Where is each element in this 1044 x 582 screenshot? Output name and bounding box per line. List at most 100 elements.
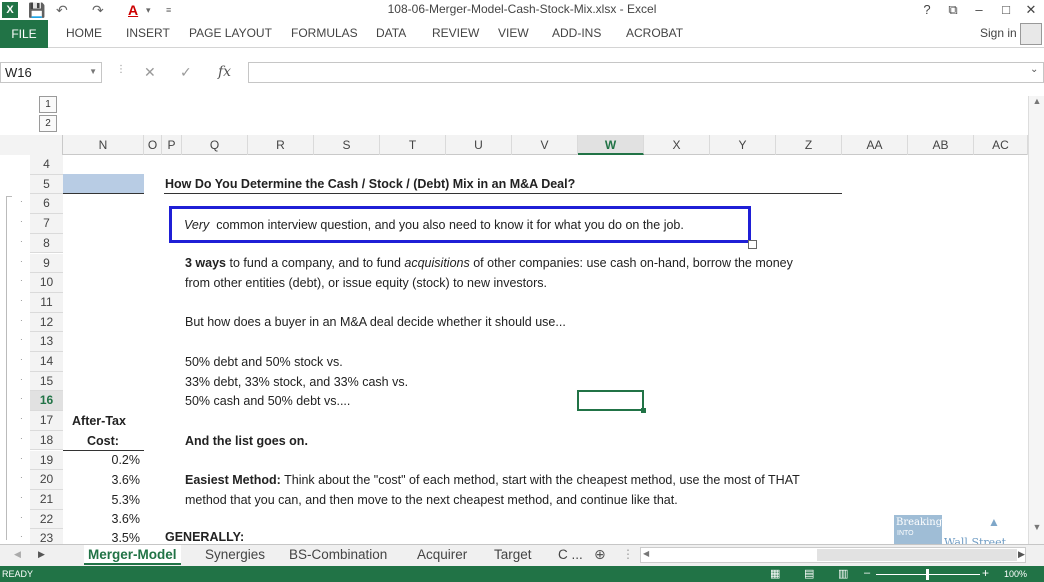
tab-insert[interactable]: INSERT [126,20,170,48]
tab-scroll-right-icon[interactable]: ▶ [38,545,45,565]
scroll-right-icon[interactable]: ▶ [1018,545,1025,565]
tab-data[interactable]: DATA [376,20,406,48]
row-header-19[interactable]: 19 [30,450,63,471]
worksheet-grid[interactable]: Very common interview question, and you … [63,155,1028,545]
column-header-z[interactable]: Z [776,135,842,155]
cell-r18: And the list goes on. [185,434,308,448]
zoom-in-icon[interactable]: + [982,566,989,580]
sheet-tab-target[interactable]: Target [494,545,532,565]
tab-add-ins[interactable]: ADD-INS [552,20,601,48]
expand-formula-icon[interactable]: ⌄ [1030,64,1038,75]
column-header-o[interactable]: O [144,135,162,155]
fill-handle[interactable] [641,408,646,413]
horizontal-scroll-thumb[interactable] [817,549,1017,561]
sheet-tab-more[interactable]: C ... [558,545,583,565]
cancel-icon[interactable]: ✕ [144,64,156,81]
column-header-x[interactable]: X [644,135,710,155]
outline-level-1-button[interactable]: 1 [39,96,57,113]
normal-view-icon[interactable]: ▦ [770,567,780,580]
outline-level-2-button[interactable]: 2 [39,115,57,132]
cell-n18-border [63,450,144,451]
insert-function-icon[interactable]: fx [218,64,231,80]
close-button[interactable]: ✕ [1020,1,1042,19]
formula-input[interactable] [248,62,1044,83]
name-box[interactable]: W16 ▼ [0,62,102,83]
column-header-v[interactable]: V [512,135,578,155]
row-header-22[interactable]: 22 [30,509,63,530]
sheet-tab-acquirer[interactable]: Acquirer [417,545,467,565]
zoom-out-icon[interactable]: – [864,567,870,579]
scroll-down-icon[interactable]: ▼ [1029,522,1044,532]
ribbon-display-button[interactable]: ⧉ [942,1,964,19]
column-header-n[interactable]: N [63,135,144,155]
add-sheet-icon[interactable]: ⊕ [594,545,606,565]
column-header-aa[interactable]: AA [842,135,908,155]
column-header-ac[interactable]: AC [974,135,1028,155]
vertical-scrollbar[interactable]: ▲ ▼ [1028,96,1044,544]
tab-home[interactable]: HOME [66,20,102,48]
sign-in-link[interactable]: Sign in [980,20,1017,47]
sheet-tab-merger-model[interactable]: Merger-Model [84,545,181,565]
row-header-21[interactable]: 21 [30,489,63,510]
row-header-17[interactable]: 17 [30,411,63,431]
highlight-box-shape[interactable]: Very common interview question, and you … [169,206,751,243]
row-header-12[interactable]: 12 [30,312,63,333]
row-header-20[interactable]: 20 [30,470,63,490]
column-header-ab[interactable]: AB [908,135,974,155]
tab-page-layout[interactable]: PAGE LAYOUT [189,20,272,48]
minimize-button[interactable]: – [968,1,990,19]
cell-n18: Cost: [87,434,119,448]
enter-icon[interactable]: ✓ [180,64,192,81]
page-break-view-icon[interactable]: ▥ [838,567,848,580]
chevron-down-icon[interactable]: ▼ [89,67,97,76]
tab-formulas[interactable]: FORMULAS [291,20,358,48]
zoom-slider-thumb[interactable] [926,569,929,580]
column-header-q[interactable]: Q [182,135,248,155]
avatar[interactable] [1020,23,1042,45]
row-header-9[interactable]: 9 [30,253,63,274]
page-layout-view-icon[interactable]: ▤ [804,567,814,580]
row-header-13[interactable]: 13 [30,332,63,352]
cell-heading: How Do You Determine the Cash / Stock / … [165,177,576,191]
horizontal-scrollbar[interactable]: ◀ [640,547,1026,563]
scroll-up-icon[interactable]: ▲ [1029,96,1044,106]
row-header-5[interactable]: 5 [30,174,63,195]
cell-n22: 3.6% [111,512,141,526]
shape-resize-handle[interactable] [748,240,757,249]
row-header-6[interactable]: 6 [30,194,63,215]
row-header-4[interactable]: 4 [30,155,63,175]
tab-acrobat[interactable]: ACROBAT [626,20,683,48]
selected-cell-w16[interactable] [577,390,644,411]
row-header-15[interactable]: 15 [30,371,63,392]
row-header-18[interactable]: 18 [30,430,63,451]
row-header-8[interactable]: 8 [30,233,63,254]
maximize-button[interactable]: □ [995,1,1017,19]
cell-n23: 3.5% [111,531,141,545]
column-header-w[interactable]: W [578,135,644,155]
cell-r9-text2: of other companies: use cash on-hand, bo… [473,256,793,270]
column-header-t[interactable]: T [380,135,446,155]
cell-r9-bold: 3 ways [185,256,227,270]
outline-dot: · [20,355,23,364]
row-header-16[interactable]: 16 [30,391,63,412]
column-header-y[interactable]: Y [710,135,776,155]
help-button[interactable]: ? [916,1,938,19]
column-header-u[interactable]: U [446,135,512,155]
column-header-s[interactable]: S [314,135,380,155]
tab-view[interactable]: VIEW [498,20,529,48]
tab-file[interactable]: FILE [0,20,48,48]
sheet-tab-bs-combination[interactable]: BS-Combination [289,545,387,565]
scroll-left-icon[interactable]: ◀ [643,549,649,558]
tab-scroll-left-icon[interactable]: ◀ [14,545,21,565]
column-header-p[interactable]: P [162,135,182,155]
row-header-7[interactable]: 7 [30,214,63,234]
row-header-10[interactable]: 10 [30,273,63,293]
tab-split-icon[interactable]: ⋮ [622,545,634,565]
name-box-value: W16 [5,65,32,80]
tab-review[interactable]: REVIEW [432,20,479,48]
row-header-11[interactable]: 11 [30,292,63,313]
row-header-14[interactable]: 14 [30,352,63,372]
column-header-r[interactable]: R [248,135,314,155]
sheet-tab-synergies[interactable]: Synergies [205,545,265,565]
select-all-corner[interactable] [0,135,63,155]
